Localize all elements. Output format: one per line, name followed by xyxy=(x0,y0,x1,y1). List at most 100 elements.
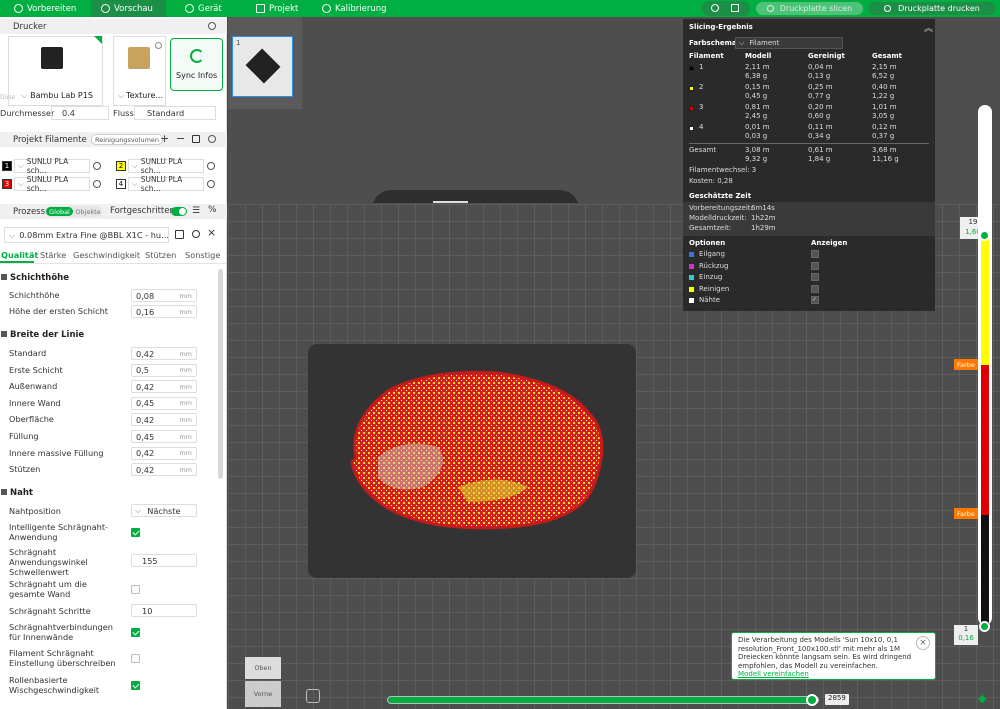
tab-speed[interactable]: Geschwindigkeit xyxy=(73,250,140,260)
tab-support[interactable]: Stützen xyxy=(145,250,176,260)
filament-select[interactable]: ⌵ SUNLU PLA sch... xyxy=(128,157,204,175)
filament-color-swatch xyxy=(689,126,694,131)
tab-prepare[interactable]: Vorbereiten xyxy=(8,0,88,17)
tab-project[interactable]: Projekt xyxy=(256,0,311,17)
radar-icon[interactable] xyxy=(711,4,719,12)
remove-filament-icon[interactable] xyxy=(207,162,215,170)
view-toggle[interactable] xyxy=(702,1,750,16)
save-icon[interactable] xyxy=(175,230,184,239)
usage-value: 0,77 g xyxy=(808,92,831,100)
remove-filament-icon[interactable] xyxy=(207,180,215,188)
camera-fit-icon[interactable] xyxy=(306,689,320,703)
scarf-override-checkbox[interactable] xyxy=(131,654,140,663)
search-icon[interactable] xyxy=(192,230,200,238)
tab-device[interactable]: Gerät xyxy=(185,0,240,17)
color-change-tag[interactable]: Farbe xyxy=(954,359,978,370)
percent-icon[interactable]: % xyxy=(208,205,217,215)
color-scheme-select[interactable]: ⌵ Filament xyxy=(735,37,843,49)
filament-number: 4 xyxy=(699,123,704,131)
objects-option[interactable]: Objekte xyxy=(75,207,101,216)
layers-icon[interactable]: ◆ xyxy=(978,692,986,705)
filament-color-swatch[interactable]: 3 xyxy=(2,179,12,189)
remove-icon[interactable]: − xyxy=(176,132,185,145)
line-width-0-input[interactable]: 0,42 mm xyxy=(131,347,197,360)
color-change-tag[interactable]: Farbe xyxy=(954,508,978,519)
seam-position-value: Nächste xyxy=(147,505,181,516)
cleaning-volume-button[interactable]: Reinigungsvolumen xyxy=(91,134,164,145)
simplify-model-link[interactable]: Modell vereinfachen xyxy=(738,670,929,679)
notification-text: Die Verarbeitung des Modells 'Sun 10x10,… xyxy=(738,636,912,670)
filament-color-swatch[interactable]: 1 xyxy=(2,161,12,171)
advanced-toggle[interactable] xyxy=(171,207,187,216)
usage-value: 0,60 g xyxy=(808,112,831,120)
flow-select[interactable]: Standard xyxy=(134,106,216,120)
line-width-2-input[interactable]: 0,42 mm xyxy=(131,380,197,394)
smart-scarf-checkbox[interactable] xyxy=(131,528,140,537)
info-icon[interactable] xyxy=(155,42,162,49)
move-slider-handle[interactable] xyxy=(806,694,818,706)
list-icon[interactable]: ☰ xyxy=(192,206,200,216)
line-width-4-input[interactable]: 0,42 mm xyxy=(131,413,197,427)
edit-icon[interactable] xyxy=(192,135,200,143)
scarf-inner-checkbox[interactable] xyxy=(131,628,140,637)
printer-card[interactable]: ⌵ Bambu Lab P1S xyxy=(8,36,103,106)
global-option[interactable]: Global xyxy=(46,207,73,216)
scarf-steps-input[interactable]: 10 xyxy=(131,604,197,617)
tab-preview[interactable]: Vorschau xyxy=(91,0,166,17)
collapse-icon[interactable]: ︽ xyxy=(924,21,933,34)
filament-color-swatch[interactable]: 2 xyxy=(116,161,126,171)
nozzle-diameter-select[interactable]: 0.4 xyxy=(51,106,109,120)
close-icon[interactable]: × xyxy=(207,226,216,239)
filament-color-swatch[interactable]: 4 xyxy=(116,179,126,189)
close-icon[interactable]: × xyxy=(916,636,930,650)
line-width-5-input[interactable]: 0,45 mm xyxy=(131,430,197,443)
option-visibility-checkbox[interactable] xyxy=(811,250,819,258)
move-slider[interactable]: 2859 xyxy=(387,694,849,706)
option-visibility-checkbox[interactable] xyxy=(811,261,819,270)
global-objects-toggle[interactable]: Global Objekte xyxy=(45,206,102,217)
print-plate-button[interactable]: Druckplatte drucken xyxy=(868,2,996,15)
tab-quality[interactable]: Qualität xyxy=(1,250,38,260)
role-wipe-speed-checkbox[interactable] xyxy=(131,681,140,690)
sync-info-button[interactable]: Sync Infos xyxy=(170,38,223,91)
add-icon[interactable]: + xyxy=(160,132,169,145)
usage-value: 0,81 m xyxy=(745,103,770,111)
line-width-5-value: 0,45 xyxy=(136,431,155,442)
view-cube-front[interactable]: Vorne xyxy=(245,681,281,707)
option-color-swatch xyxy=(689,275,694,280)
calibration-icon xyxy=(322,4,331,13)
settings-scrollbar[interactable] xyxy=(218,269,223,479)
gear-icon[interactable] xyxy=(208,135,216,143)
tab-strength[interactable]: Stärke xyxy=(40,250,66,260)
seam-position-select[interactable]: ⌵ Nächste xyxy=(131,504,197,517)
process-preset-select[interactable]: ⌵ 0.08mm Extra Fine @BBL X1C - hu... xyxy=(4,227,169,243)
device-icon xyxy=(185,4,194,13)
remove-filament-icon[interactable] xyxy=(93,162,101,170)
plate-card[interactable]: ⌵ Texture... xyxy=(113,36,166,106)
slice-plate-button[interactable]: Druckplatte slicen xyxy=(756,2,863,15)
view-cube[interactable]: Oben Vorne xyxy=(245,657,281,709)
layer-slider-top-handle[interactable] xyxy=(979,230,990,241)
tab-calibration[interactable]: Kalibrierung xyxy=(322,0,397,17)
layer-slider[interactable]: 19 1,60 Farbe Farbe 1 0,16 xyxy=(950,105,1000,645)
gear-icon[interactable] xyxy=(208,22,216,30)
filament-select[interactable]: ⌵ SUNLU PLA sch... xyxy=(128,175,204,193)
option-visibility-checkbox[interactable] xyxy=(811,273,819,281)
line-width-6-input[interactable]: 0,42 mm xyxy=(131,446,197,460)
option-visibility-checkbox[interactable] xyxy=(811,284,819,293)
line-width-7-input[interactable]: 0,42 mm xyxy=(131,463,197,477)
grid-icon[interactable] xyxy=(731,4,739,12)
line-width-3-input[interactable]: 0,45 mm xyxy=(131,396,197,410)
scarf-entire-checkbox[interactable] xyxy=(131,585,140,594)
filament-select[interactable]: ⌵ SUNLU PLA sch... xyxy=(14,175,90,193)
layer-slider-bottom-handle[interactable] xyxy=(979,621,990,632)
layer-0-input[interactable]: 0,08 mm xyxy=(131,289,197,302)
filament-select[interactable]: ⌵ SUNLU PLA sch... xyxy=(14,157,90,175)
option-visibility-checkbox[interactable]: ✓ xyxy=(811,296,819,304)
view-cube-top[interactable]: Oben xyxy=(245,657,281,679)
scarf-angle-input[interactable]: 155 xyxy=(131,554,197,567)
remove-filament-icon[interactable] xyxy=(93,180,101,188)
tab-others[interactable]: Sonstige xyxy=(185,250,220,260)
line-width-1-input[interactable]: 0,5 mm xyxy=(131,363,197,377)
layer-1-input[interactable]: 0,16 mm xyxy=(131,305,197,318)
